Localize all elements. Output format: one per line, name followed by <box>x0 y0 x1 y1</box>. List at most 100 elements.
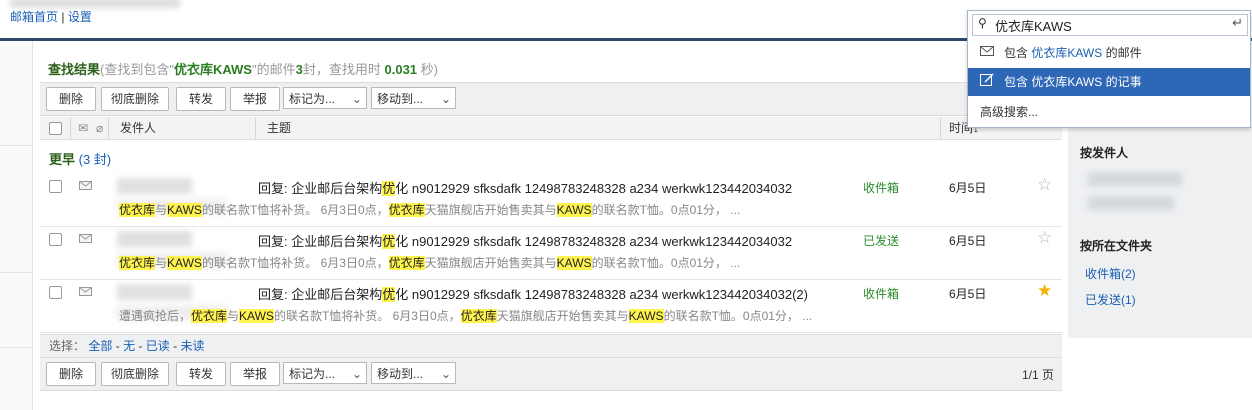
email-folder: 收件箱 <box>863 287 900 301</box>
text-span: 的联名款T恤。0点01分， ... <box>591 256 741 270</box>
advanced-search-link[interactable]: 高级搜索... <box>980 103 1038 120</box>
row-checkbox[interactable] <box>49 233 62 249</box>
text-span: KAWS <box>556 203 592 217</box>
text-span: 秒) <box>420 62 439 77</box>
user-account-blurred <box>10 0 180 8</box>
delete-forever-button[interactable]: 彻底删除 <box>101 87 169 111</box>
by-sender-heading: 按发件人 <box>1080 146 1129 160</box>
sender-filter-blurred[interactable] <box>1088 196 1174 210</box>
sender-blurred <box>117 178 192 194</box>
select-none-link[interactable]: 无 <box>123 339 135 353</box>
sender-column[interactable]: 发件人 <box>120 117 156 139</box>
chevron-down-icon: ⌄ <box>440 367 451 381</box>
select-bar: 选择： 全部 - 无 - 已读 - 未读 <box>40 334 1062 357</box>
chevron-down-icon: ⌄ <box>351 92 362 106</box>
text-span: KAWS <box>167 256 202 270</box>
folder-filter-sent[interactable]: 已发送(1) <box>1085 291 1136 308</box>
text-span: 优衣库KAWS <box>1031 75 1103 89</box>
mark-as-select[interactable]: 标记为... ⌄ <box>283 87 367 109</box>
group-earlier: 更早 (3 封) <box>49 149 111 168</box>
row-checkbox[interactable] <box>49 180 62 196</box>
sender-blurred <box>117 231 192 247</box>
enter-icon[interactable]: ↵ <box>1232 15 1243 31</box>
mark-as-select[interactable]: 标记为... ⌄ <box>283 362 367 384</box>
email-preview: 优衣库与KAWS的联名款T恤将补货。 6月3日0点，优衣库天猫旗舰店开始售卖其与… <box>119 254 740 271</box>
sender-blurred <box>117 284 192 300</box>
text-span: 优衣库KAWS <box>1031 46 1103 60</box>
select-unread-link[interactable]: 未读 <box>180 339 204 353</box>
text-span: KAWS <box>167 203 202 217</box>
text-span: - <box>138 339 143 353</box>
sender-filter-blurred[interactable] <box>1088 172 1182 186</box>
text-span: 包含 <box>1004 75 1029 89</box>
search-option-mail[interactable]: 包含 优衣库KAWS 的邮件 <box>968 39 1250 67</box>
filter-sidebar: 按发件人 按所在文件夹 收件箱(2) 已发送(1) <box>1068 126 1252 338</box>
text-span: 优衣库 <box>460 309 497 323</box>
column-header: ✉ ⌀ 发件人 主题 时间↕ <box>40 117 1062 140</box>
text-span: KAWS <box>556 256 592 270</box>
text-span: 的联名款T恤将补货。 6月3日0点， <box>201 256 389 270</box>
folder-filter-inbox[interactable]: 收件箱(2) <box>1085 265 1136 282</box>
subject-column[interactable]: 主题 <box>267 117 291 139</box>
search-time: 0.031 <box>384 62 418 77</box>
text-span: 回复: 企业邮后台架构 <box>258 181 383 196</box>
text-span: 的联名款T恤将补货。 6月3日0点， <box>273 309 461 323</box>
text-span: 优衣库 <box>388 203 425 217</box>
text-span: 与 <box>227 309 240 323</box>
settings-link[interactable]: 设置 <box>68 10 92 24</box>
note-edit-icon <box>980 68 994 96</box>
mail-home-link[interactable]: 邮箱首页 <box>10 10 58 24</box>
email-preview: 遭遇疯抢后，优衣库与KAWS的联名款T恤将补货。 6月3日0点，优衣库天猫旗舰店… <box>119 307 812 324</box>
table-row[interactable]: 回复: 企业邮后台架构优化 n9012929 sfksdafk 12498783… <box>40 227 1062 280</box>
report-button[interactable]: 举报 <box>230 362 280 386</box>
text-span: - <box>115 339 120 353</box>
result-heading: 查找结果 <box>48 62 101 77</box>
text-span: 移动到... <box>377 92 424 106</box>
forward-button[interactable]: 转发 <box>176 87 226 111</box>
text-span: 化 n9012929 sfksdafk 12498783248328 a234 … <box>395 181 793 196</box>
delete-button[interactable]: 删除 <box>46 362 96 386</box>
search-icon: ⚲ <box>978 16 987 30</box>
email-subject[interactable]: 回复: 企业邮后台架构优化 n9012929 sfksdafk 12498783… <box>258 284 808 303</box>
search-input[interactable]: ⚲ 优衣库KAWS ↵ <box>972 14 1248 36</box>
attachment-icon: ⌀ <box>96 121 104 135</box>
text-span: 回复: 企业邮后台架构 <box>258 234 383 249</box>
text-span: 优衣库KAWS <box>995 19 1072 34</box>
search-option-note[interactable]: 包含 优衣库KAWS 的记事 <box>968 68 1250 96</box>
header-separator: | <box>61 10 65 24</box>
text-span: 标记为... <box>289 92 336 106</box>
move-to-select[interactable]: 移动到... ⌄ <box>371 87 456 109</box>
email-preview: 优衣库与KAWS的联名款T恤将补货。 6月3日0点，优衣库天猫旗舰店开始售卖其与… <box>119 201 740 218</box>
select-read-link[interactable]: 已读 <box>146 339 170 353</box>
text-span: 移动到... <box>377 367 424 381</box>
delete-forever-button[interactable]: 彻底删除 <box>101 362 169 386</box>
delete-button[interactable]: 删除 <box>46 87 96 111</box>
select-all-link[interactable]: 全部 <box>88 339 112 353</box>
text-span: 遭遇疯抢后， <box>119 309 192 323</box>
text-span: 优 <box>382 287 396 302</box>
header-links: 邮箱首页 | 设置 <box>10 8 92 25</box>
chevron-down-icon: ⌄ <box>351 367 362 381</box>
move-to-select[interactable]: 移动到... ⌄ <box>371 362 456 384</box>
envelope-icon <box>79 233 92 247</box>
text-span: 优衣库 <box>388 256 425 270</box>
email-subject[interactable]: 回复: 企业邮后台架构优化 n9012929 sfksdafk 12498783… <box>258 231 792 250</box>
text-span: 包含 <box>1004 46 1029 60</box>
table-row[interactable]: 回复: 企业邮后台架构优化 n9012929 sfksdafk 12498783… <box>40 280 1062 333</box>
table-row[interactable]: 回复: 企业邮后台架构优化 n9012929 sfksdafk 12498783… <box>40 174 1062 227</box>
row-checkbox[interactable] <box>49 286 62 302</box>
star-icon[interactable]: ★ <box>1037 281 1052 301</box>
star-icon[interactable]: ☆ <box>1037 228 1052 248</box>
forward-button[interactable]: 转发 <box>176 362 226 386</box>
group-count-link[interactable]: (3 封) <box>79 152 112 167</box>
text-span: ，查找用时 <box>315 62 381 77</box>
report-button[interactable]: 举报 <box>230 87 280 111</box>
text-span: KAWS <box>628 309 664 323</box>
star-icon[interactable]: ☆ <box>1037 175 1052 195</box>
email-folder: 收件箱 <box>863 181 900 195</box>
result-summary: 查找结果(查找到包含"优衣库KAWS"的邮件3封，查找用时 0.031 秒) <box>48 59 438 78</box>
envelope-icon: ✉ <box>78 121 89 135</box>
text-span: 的联名款T恤。0点01分， ... <box>663 309 813 323</box>
select-all-checkbox[interactable] <box>49 122 62 135</box>
email-subject[interactable]: 回复: 企业邮后台架构优化 n9012929 sfksdafk 12498783… <box>258 178 792 197</box>
